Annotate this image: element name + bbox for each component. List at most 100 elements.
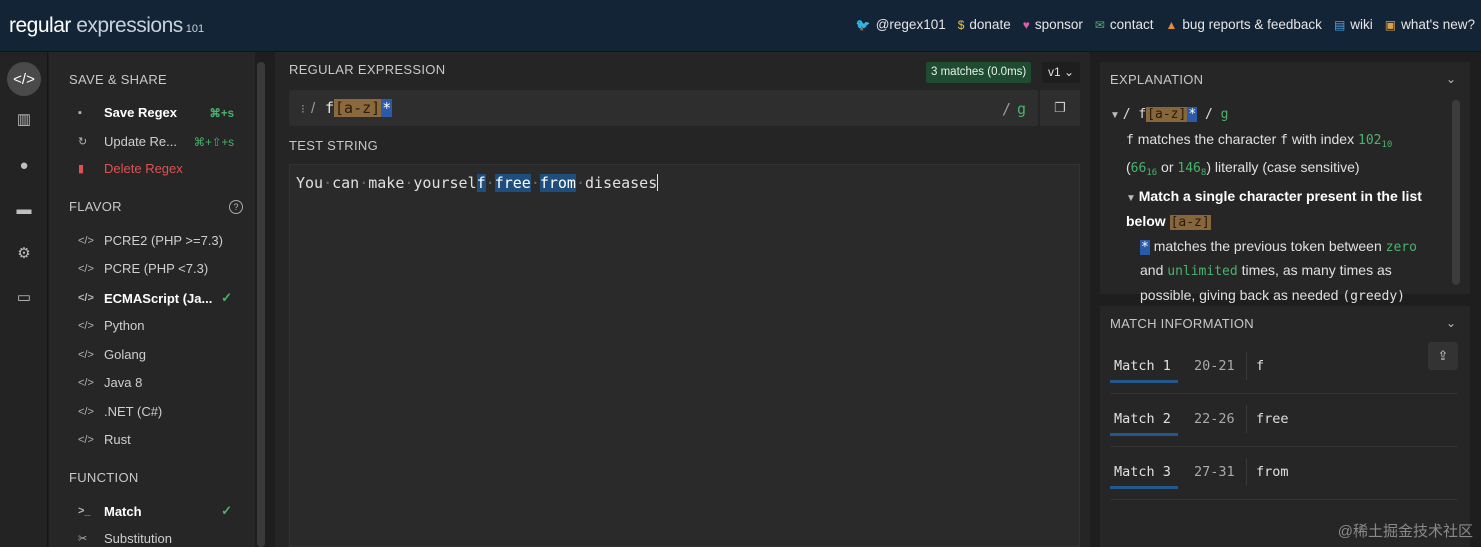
flavor-option[interactable]: </> PCRE (PHP <7.3) bbox=[78, 261, 254, 276]
left-scrollbar[interactable] bbox=[257, 62, 265, 547]
flavor-option[interactable]: </> .NET (C#) bbox=[78, 404, 254, 419]
copy-icon[interactable]: ❐ bbox=[1040, 90, 1080, 126]
gift-icon: ▣ bbox=[1384, 17, 1397, 32]
top-link-3[interactable]: ✉ contact bbox=[1095, 17, 1154, 32]
test-string-text: You·can·make·yourself·free·from·diseases bbox=[296, 174, 659, 192]
match-row[interactable]: Match 1 20-21 f bbox=[1110, 342, 1458, 394]
flavor-label: Java 8 bbox=[104, 375, 143, 390]
right-panel: EXPLANATION ⌄ ▼ / f[a-z] * / g f matches … bbox=[1100, 62, 1470, 547]
settings-gear-icon[interactable]: ⚙ bbox=[7, 236, 41, 270]
top-link-label: contact bbox=[1109, 17, 1154, 32]
test-text-segment: make bbox=[368, 174, 405, 192]
drag-handle-icon[interactable]: ⁝ bbox=[301, 102, 305, 116]
match-count-badge: 3 matches (0.0ms) bbox=[926, 62, 1032, 83]
code-icon: </> bbox=[78, 433, 94, 446]
flavor-option[interactable]: </> Java 8 bbox=[78, 375, 254, 390]
logo[interactable]: regular expressions 101 bbox=[9, 14, 204, 38]
flavor-option[interactable]: </> ECMAScript (Ja... ✓ bbox=[78, 290, 254, 306]
dollar-icon: $ bbox=[957, 17, 965, 32]
flavor-label: PCRE2 (PHP >=7.3) bbox=[104, 233, 223, 248]
top-link-6[interactable]: ▣ what's new? bbox=[1385, 17, 1475, 32]
divider bbox=[1246, 405, 1247, 433]
top-link-label: sponsor bbox=[1034, 17, 1083, 32]
text-caret bbox=[657, 174, 659, 191]
top-link-2[interactable]: ♥ sponsor bbox=[1023, 17, 1083, 32]
flavor-option[interactable]: </> Golang bbox=[78, 347, 254, 362]
match-row[interactable]: Match 2 22-26 free bbox=[1110, 395, 1458, 447]
flavor-label: ECMAScript (Ja... bbox=[104, 290, 213, 306]
explanation-root[interactable]: ▼ / f[a-z] * / g bbox=[1110, 102, 1450, 128]
test-text-segment: · bbox=[530, 174, 540, 192]
flavor-label: PCRE (PHP <7.3) bbox=[104, 261, 209, 276]
top-link-5[interactable]: ▤ wiki bbox=[1334, 17, 1373, 32]
code-icon: </> bbox=[78, 376, 94, 389]
match-highlight: from bbox=[539, 174, 576, 192]
watermark: @稀土掘金技术社区 bbox=[1337, 523, 1473, 540]
function-option[interactable]: ✂ Substitution bbox=[78, 531, 254, 546]
quiz-icon[interactable]: ▬ bbox=[7, 192, 41, 226]
top-link-1[interactable]: $ donate bbox=[958, 17, 1011, 32]
twitter-icon: 🐦 bbox=[855, 17, 871, 32]
match-label: Match 2 bbox=[1114, 411, 1171, 427]
export-icon[interactable]: ⇪ bbox=[1428, 342, 1458, 370]
match-row[interactable]: Match 3 27-31 from bbox=[1110, 448, 1458, 500]
match-range: 27-31 bbox=[1194, 464, 1235, 480]
regex-editor-icon[interactable]: </> bbox=[7, 62, 41, 96]
update-regex-button[interactable]: ↻ Update Re... ⌘+⇧+s bbox=[78, 134, 254, 149]
match-information-panel: MATCH INFORMATION ⌄ Match 1 20-21 f Match 2… bbox=[1100, 306, 1470, 547]
regex-section-title: REGULAR EXPRESSION bbox=[289, 62, 446, 77]
mail-icon: ✉ bbox=[1094, 17, 1105, 32]
chevron-down-icon[interactable]: ⌄ bbox=[1446, 316, 1456, 330]
function-label: Match bbox=[104, 503, 142, 519]
top-link-label: @regex101 bbox=[875, 17, 946, 32]
save-regex-button[interactable]: ▪ Save Regex ⌘+s bbox=[78, 105, 254, 120]
function-option[interactable]: >_ Match ✓ bbox=[78, 503, 254, 519]
code-icon: </> bbox=[78, 262, 94, 275]
left-panel: SAVE & SHARE ▪ Save Regex ⌘+s ↻ Update R… bbox=[49, 52, 255, 547]
code-icon: </> bbox=[78, 292, 94, 304]
top-link-label: wiki bbox=[1350, 17, 1373, 32]
test-text-segment: yoursel bbox=[413, 174, 477, 192]
top-link-0[interactable]: 🐦 @regex101 bbox=[856, 17, 946, 32]
account-icon[interactable]: ● bbox=[7, 148, 41, 182]
flavor-label: Python bbox=[104, 318, 145, 333]
test-text-segment: can bbox=[332, 174, 360, 192]
regex-flags[interactable]: / g bbox=[1002, 100, 1026, 118]
test-string-title: TEST STRING bbox=[289, 138, 379, 153]
delete-regex-button[interactable]: ▮ Delete Regex bbox=[78, 161, 254, 176]
match-range: 20-21 bbox=[1194, 358, 1235, 374]
top-link-label: what's new? bbox=[1401, 17, 1475, 32]
flavor-option[interactable]: </> PCRE2 (PHP >=7.3) bbox=[78, 233, 254, 248]
help-icon[interactable]: ? bbox=[229, 200, 243, 214]
terminal-icon: >_ bbox=[78, 505, 91, 517]
test-text-segment: You bbox=[296, 174, 324, 192]
match-value: f bbox=[1256, 358, 1265, 374]
explanation-class[interactable]: ▼ Match a single character present in th… bbox=[1110, 185, 1450, 235]
function-label: Substitution bbox=[104, 531, 172, 546]
top-link-4[interactable]: ▲ bug reports & feedback bbox=[1165, 17, 1321, 32]
warning-icon: ▲ bbox=[1165, 17, 1178, 32]
version-dropdown[interactable]: v1 ⌄ bbox=[1042, 62, 1080, 83]
match-label: Match 1 bbox=[1114, 358, 1171, 374]
match-underline bbox=[1110, 486, 1178, 489]
regex-pattern: f[a-z] * bbox=[325, 99, 393, 117]
refresh-icon: ↻ bbox=[78, 136, 88, 148]
flavor-option[interactable]: </> Python bbox=[78, 318, 254, 333]
chevron-down-icon[interactable]: ⌄ bbox=[1446, 72, 1456, 86]
book-icon: ▤ bbox=[1333, 17, 1346, 32]
check-icon: ✓ bbox=[221, 503, 232, 518]
flavor-option[interactable]: </> Rust bbox=[78, 432, 254, 447]
test-string-input[interactable]: You·can·make·yourself·free·from·diseases bbox=[289, 164, 1080, 547]
top-links: 🐦 @regex101 $ donate ♥ sponsor ✉ contact ▲ bug re… bbox=[856, 17, 1475, 32]
explanation-scrollbar[interactable] bbox=[1452, 100, 1460, 285]
match-highlight: free bbox=[494, 174, 531, 192]
test-text-segment: · bbox=[485, 174, 495, 192]
divider bbox=[1246, 352, 1247, 380]
code-icon: </> bbox=[78, 348, 94, 361]
regex-input[interactable]: ⁝ / f[a-z] * / g bbox=[289, 90, 1038, 126]
match-value: from bbox=[1256, 464, 1289, 480]
library-icon[interactable]: ▥ bbox=[7, 102, 41, 136]
explanation-literal: f matches the character f with index 102… bbox=[1126, 130, 1393, 179]
heart-icon: ♥ bbox=[1022, 17, 1030, 32]
chat-icon[interactable]: ▭ bbox=[7, 280, 41, 314]
